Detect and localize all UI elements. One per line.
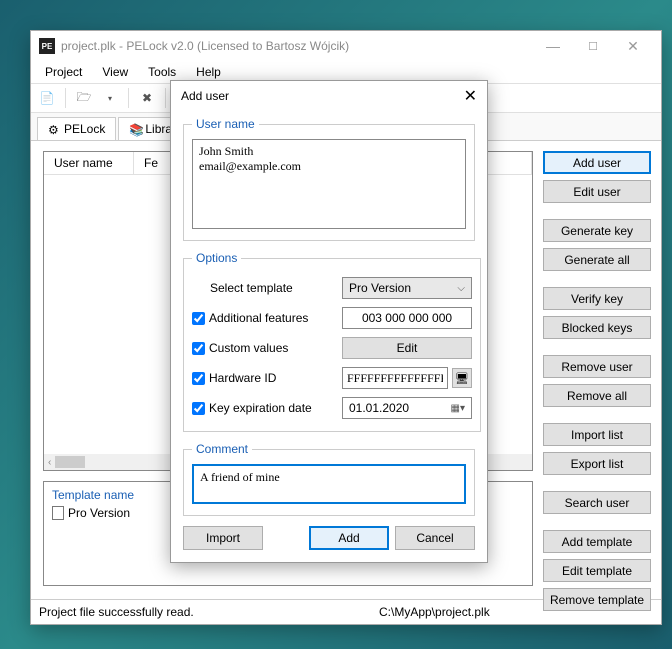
key-expiration-checkbox[interactable] xyxy=(192,402,205,415)
menu-project[interactable]: Project xyxy=(37,63,90,81)
dialog-title: Add user xyxy=(181,89,464,103)
comment-input[interactable] xyxy=(192,464,466,504)
username-input[interactable] xyxy=(192,139,466,229)
custom-values-edit-button[interactable]: Edit xyxy=(342,337,472,359)
hardware-id-browse-button[interactable]: 🖥 xyxy=(452,368,472,388)
document-icon xyxy=(52,506,64,520)
username-group: User name xyxy=(183,117,475,241)
key-expiration-label: Key expiration date xyxy=(209,401,312,415)
edit-template-button[interactable]: Edit template xyxy=(543,559,651,582)
gear-icon: ⚙ xyxy=(48,123,60,135)
search-user-button[interactable]: Search user xyxy=(543,491,651,514)
comment-legend: Comment xyxy=(192,442,252,456)
add-user-button[interactable]: Add user xyxy=(543,151,651,174)
app-icon: PE xyxy=(39,38,55,54)
key-expiration-date[interactable]: 01.01.2020▦▾ xyxy=(342,397,472,419)
options-legend: Options xyxy=(192,251,241,265)
remove-all-button[interactable]: Remove all xyxy=(543,384,651,407)
tab-pelock[interactable]: ⚙PELock xyxy=(37,117,116,140)
menu-help[interactable]: Help xyxy=(188,63,229,81)
new-icon[interactable]: 📄 xyxy=(37,88,57,108)
status-path: C:\MyApp\project.plk xyxy=(379,605,490,619)
dropdown-icon[interactable]: ▾ xyxy=(100,88,120,108)
blocked-keys-button[interactable]: Blocked keys xyxy=(543,316,651,339)
close-button[interactable]: ✕ xyxy=(613,31,653,61)
chevron-down-icon: ⌵ xyxy=(457,283,465,294)
import-button[interactable]: Import xyxy=(183,526,263,550)
generate-all-button[interactable]: Generate all xyxy=(543,248,651,271)
titlebar: PE project.plk - PELock v2.0 (Licensed t… xyxy=(31,31,661,61)
additional-features-label: Additional features xyxy=(209,311,308,325)
export-list-button[interactable]: Export list xyxy=(543,452,651,475)
custom-values-label: Custom values xyxy=(209,341,288,355)
add-template-button[interactable]: Add template xyxy=(543,530,651,553)
options-group: Options Select template Pro Version⌵ Add… xyxy=(183,251,481,432)
comment-group: Comment xyxy=(183,442,475,516)
status-message: Project file successfully read. xyxy=(39,605,379,619)
menu-tools[interactable]: Tools xyxy=(140,63,184,81)
edit-user-button[interactable]: Edit user xyxy=(543,180,651,203)
dialog-close-icon[interactable]: ✕ xyxy=(464,86,477,106)
maximize-button[interactable]: ☐ xyxy=(573,31,613,61)
import-list-button[interactable]: Import list xyxy=(543,423,651,446)
select-template-label: Select template xyxy=(192,281,342,295)
template-select[interactable]: Pro Version⌵ xyxy=(342,277,472,299)
book-icon: 📚 xyxy=(129,123,141,135)
username-legend: User name xyxy=(192,117,259,131)
side-buttons: Add user Edit user Generate key Generate… xyxy=(543,151,651,611)
cancel-button[interactable]: Cancel xyxy=(395,526,475,550)
open-icon[interactable]: 🗁 xyxy=(74,88,94,108)
menu-view[interactable]: View xyxy=(94,63,136,81)
delete-icon[interactable]: ✖ xyxy=(137,88,157,108)
additional-features-value[interactable]: 003 000 000 000 xyxy=(342,307,472,329)
dialog-titlebar: Add user ✕ xyxy=(171,81,487,111)
remove-user-button[interactable]: Remove user xyxy=(543,355,651,378)
hardware-id-input[interactable] xyxy=(342,367,448,389)
col-username[interactable]: User name xyxy=(44,152,134,174)
verify-key-button[interactable]: Verify key xyxy=(543,287,651,310)
custom-values-checkbox[interactable] xyxy=(192,342,205,355)
window-title: project.plk - PELock v2.0 (Licensed to B… xyxy=(61,39,533,53)
add-user-dialog: Add user ✕ User name Options Select temp… xyxy=(170,80,488,563)
add-button[interactable]: Add xyxy=(309,526,389,550)
hardware-id-checkbox[interactable] xyxy=(192,372,205,385)
additional-features-checkbox[interactable] xyxy=(192,312,205,325)
calendar-dropdown-icon: ▦▾ xyxy=(451,403,465,414)
remove-template-button[interactable]: Remove template xyxy=(543,588,651,611)
generate-key-button[interactable]: Generate key xyxy=(543,219,651,242)
monitor-icon: 🖥 xyxy=(455,372,469,385)
hardware-id-label: Hardware ID xyxy=(209,371,276,385)
minimize-button[interactable]: — xyxy=(533,31,573,61)
